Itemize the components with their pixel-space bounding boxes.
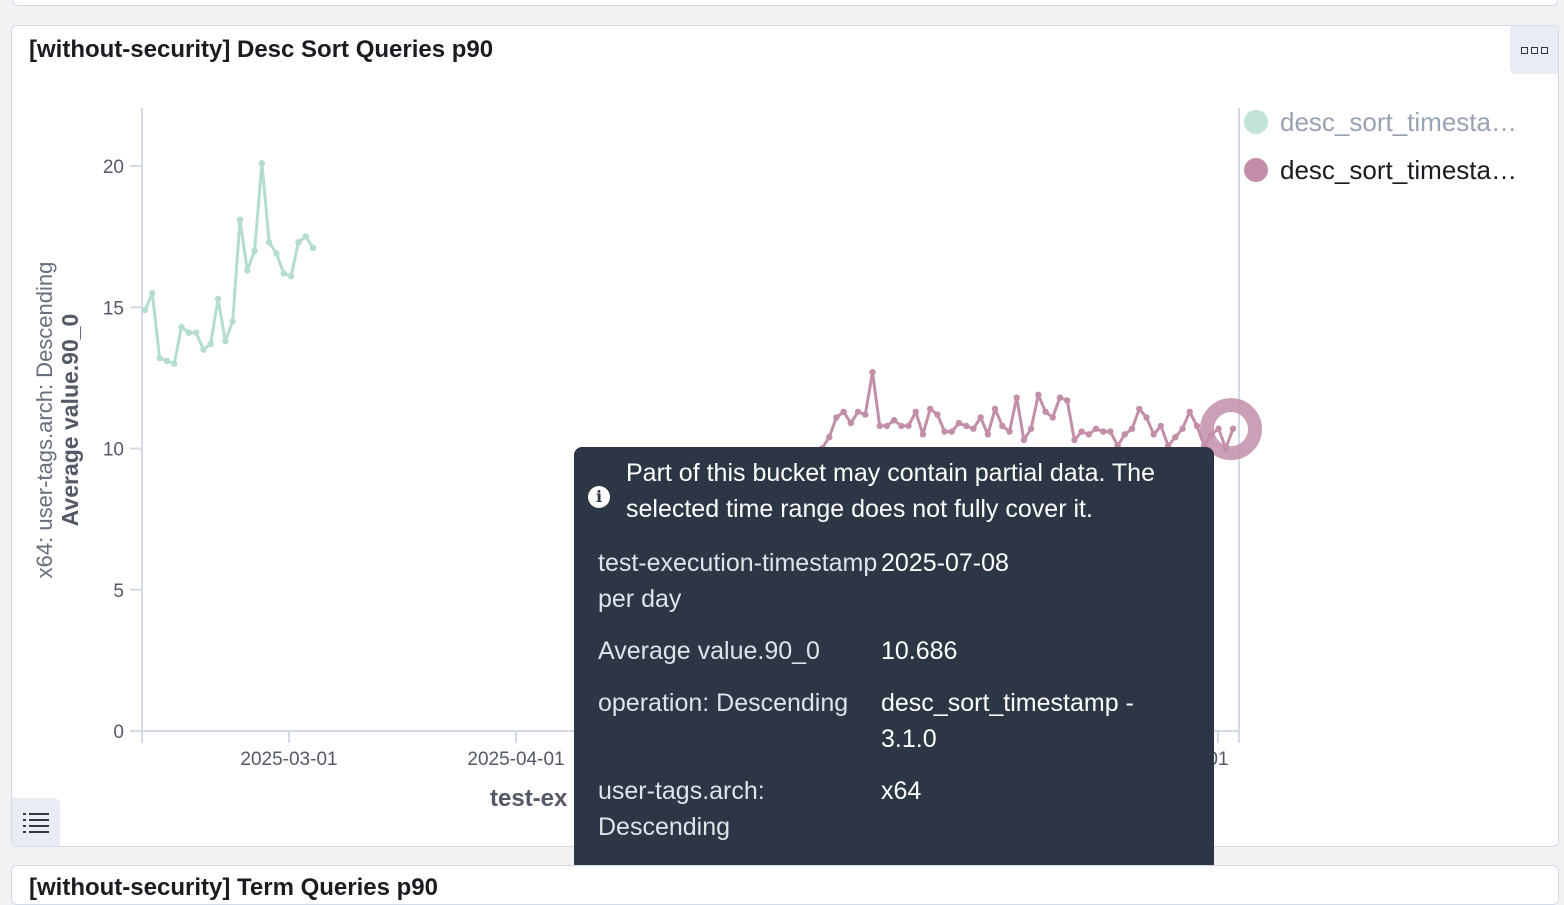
- previous-panel: [12, 0, 1558, 6]
- chart-tooltip: i Part of this bucket may contain partia…: [574, 447, 1214, 884]
- more-options-icon: [1519, 46, 1549, 54]
- tooltip-key: user-tags.arch: Descending: [598, 777, 765, 841]
- panel-title: [without-security] Term Queries p90: [29, 874, 438, 901]
- tooltip-row: test-execution-timestamp per day 2025-07…: [598, 545, 1190, 617]
- legend-list-icon: [23, 813, 49, 833]
- panel-options-button[interactable]: [1510, 26, 1558, 74]
- legend-item-series-1[interactable]: desc_sort_timesta…: [1244, 98, 1517, 146]
- tooltip-key: operation: Descending: [598, 689, 849, 717]
- legend-item-series-2[interactable]: desc_sort_timesta…: [1244, 146, 1517, 194]
- legend-color-dot: [1244, 158, 1268, 182]
- tooltip-value: 2025-07-08: [881, 549, 1009, 577]
- tooltip-row: Average value.90_0 10.686: [598, 633, 1190, 669]
- tooltip-value: x64: [881, 777, 922, 805]
- tooltip-key: test-execution-timestamp per day: [598, 549, 878, 613]
- tooltip-row: operation: Descending desc_sort_timestam…: [598, 685, 1190, 757]
- legend-label: desc_sort_timesta…: [1280, 106, 1517, 137]
- legend-toggle-button[interactable]: [12, 798, 60, 846]
- legend-label: desc_sort_timesta…: [1280, 154, 1517, 185]
- tooltip-header: i Part of this bucket may contain partia…: [588, 455, 1190, 527]
- chart-legend: desc_sort_timesta… desc_sort_timesta…: [1244, 98, 1517, 194]
- tooltip-row: user-tags.arch: Descending x64: [598, 773, 1190, 845]
- tooltip-key: Average value.90_0: [598, 637, 820, 665]
- tooltip-value: 10.686: [881, 637, 958, 665]
- info-icon: i: [588, 486, 610, 508]
- panel-title: [without-security] Desc Sort Queries p90: [29, 36, 494, 63]
- legend-color-dot: [1244, 110, 1268, 134]
- tooltip-value: desc_sort_timestamp - 3.1.0: [881, 689, 1134, 753]
- next-chart-panel: [without-security] Term Queries p90: [11, 865, 1559, 905]
- partial-data-message: Part of this bucket may contain partial …: [626, 459, 1155, 523]
